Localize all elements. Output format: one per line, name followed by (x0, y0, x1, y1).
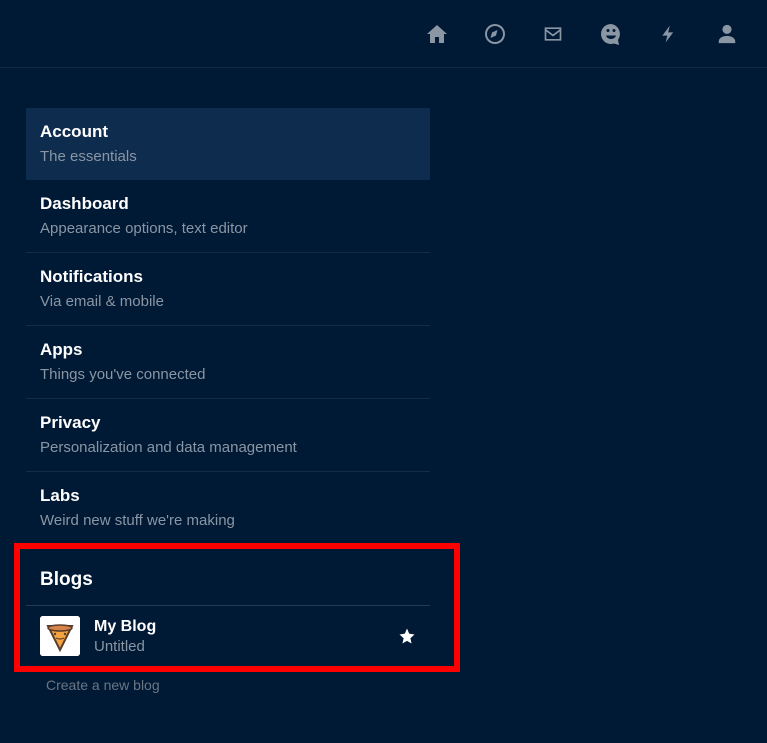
settings-item-title: Privacy (40, 413, 416, 433)
settings-item-apps[interactable]: Apps Things you've connected (26, 326, 430, 399)
settings-item-sub: Appearance options, text editor (40, 220, 416, 237)
blog-text: My Blog Untitled (94, 618, 398, 655)
settings-item-notifications[interactable]: Notifications Via email & mobile (26, 253, 430, 326)
settings-item-sub: Weird new stuff we're making (40, 512, 416, 529)
settings-item-title: Notifications (40, 267, 416, 287)
settings-item-sub: Things you've connected (40, 366, 416, 383)
settings-item-title: Labs (40, 486, 416, 506)
settings-item-title: Apps (40, 340, 416, 360)
blog-sub: Untitled (94, 638, 398, 655)
settings-item-title: Account (40, 122, 416, 142)
top-nav (0, 0, 767, 68)
lightning-icon[interactable] (657, 22, 681, 46)
person-icon[interactable] (715, 22, 739, 46)
compass-icon[interactable] (483, 22, 507, 46)
smile-icon[interactable] (599, 22, 623, 46)
settings-item-dashboard[interactable]: Dashboard Appearance options, text edito… (26, 180, 430, 253)
settings-panel: Account The essentials Dashboard Appeara… (0, 68, 430, 693)
settings-item-sub: Personalization and data management (40, 439, 416, 456)
blogs-header: Blogs (26, 569, 430, 606)
settings-item-title: Dashboard (40, 194, 416, 214)
settings-item-sub: Via email & mobile (40, 293, 416, 310)
settings-item-account[interactable]: Account The essentials (26, 108, 430, 180)
settings-item-sub: The essentials (40, 148, 416, 165)
avatar (40, 616, 80, 656)
settings-item-labs[interactable]: Labs Weird new stuff we're making (26, 472, 430, 545)
blog-name: My Blog (94, 618, 398, 636)
home-icon[interactable] (425, 22, 449, 46)
mail-icon[interactable] (541, 22, 565, 46)
star-icon (398, 627, 416, 645)
settings-item-privacy[interactable]: Privacy Personalization and data managem… (26, 399, 430, 472)
blogs-section: Blogs My Blog Untitled Create a new (26, 569, 430, 693)
blog-row[interactable]: My Blog Untitled (26, 606, 430, 667)
create-blog-link[interactable]: Create a new blog (26, 667, 430, 693)
